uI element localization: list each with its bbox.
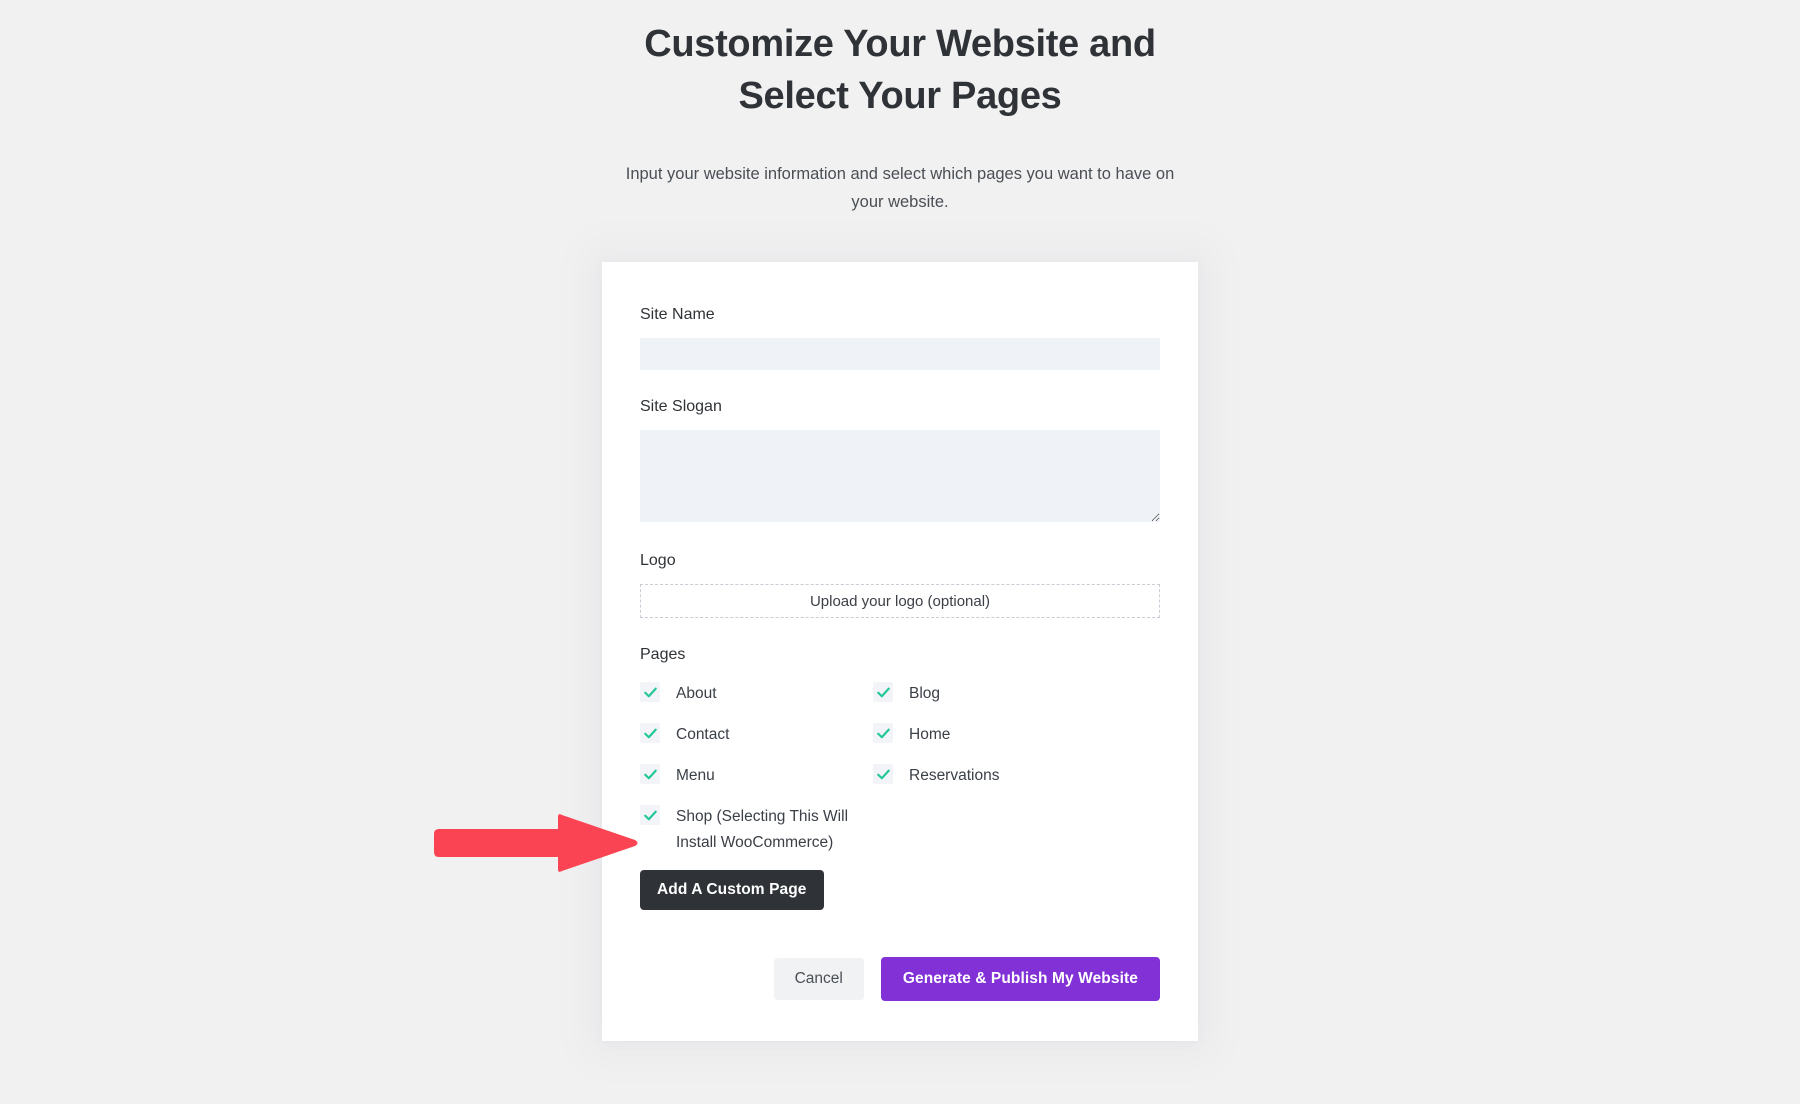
site-name-input[interactable] — [640, 338, 1160, 370]
checkmark-icon — [640, 764, 660, 784]
page-header: Customize Your Website and Select Your P… — [620, 0, 1180, 216]
checkmark-icon — [640, 682, 660, 702]
page-checkbox-reservations[interactable]: Reservations — [873, 760, 1160, 801]
checkmark-icon — [640, 805, 660, 825]
page-checkbox-contact[interactable]: Contact — [640, 719, 873, 760]
page-checkbox-blog[interactable]: Blog — [873, 678, 1160, 719]
site-slogan-field: Site Slogan — [640, 396, 1160, 522]
page-checkbox-menu[interactable]: Menu — [640, 760, 873, 801]
checkmark-icon — [873, 723, 893, 743]
logo-field: Logo Upload your logo (optional) — [640, 550, 1160, 618]
page-checkbox-label: Reservations — [909, 767, 1000, 784]
page-checkbox-label: Home — [909, 726, 951, 743]
checkmark-icon — [640, 723, 660, 743]
logo-label: Logo — [640, 552, 676, 569]
pages-label: Pages — [640, 646, 686, 663]
site-name-label: Site Name — [640, 306, 715, 323]
pages-field: Pages About Blog Contact Home Menu Reser… — [640, 644, 1160, 910]
checkmark-icon — [873, 764, 893, 784]
add-custom-page-button[interactable]: Add A Custom Page — [640, 870, 824, 910]
page-checkbox-label: Contact — [676, 726, 730, 743]
page-checkbox-label: Shop (Selecting This Will Install WooCom… — [676, 808, 849, 851]
logo-upload-dropzone[interactable]: Upload your logo (optional) — [640, 584, 1160, 618]
page-checkbox-about[interactable]: About — [640, 678, 873, 719]
logo-upload-label: Upload your logo (optional) — [809, 592, 991, 610]
grid-filler — [873, 801, 1160, 856]
pages-checkbox-grid: About Blog Contact Home Menu Reservation… — [640, 678, 1160, 856]
site-slogan-label: Site Slogan — [640, 398, 722, 415]
page-checkbox-label: Menu — [676, 767, 715, 784]
site-slogan-textarea[interactable] — [640, 430, 1160, 522]
customization-form-card-wrapper: Site Name Site Slogan Logo Upload your l… — [602, 262, 1198, 1041]
cancel-button[interactable]: Cancel — [773, 958, 864, 1000]
generate-publish-button[interactable]: Generate & Publish My Website — [880, 957, 1160, 1001]
page-subtitle: Input your website information and selec… — [625, 165, 1175, 211]
page-checkbox-shop[interactable]: Shop (Selecting This Will Install WooCom… — [640, 801, 873, 856]
checkmark-icon — [873, 682, 893, 702]
page-title: Customize Your Website and Select Your P… — [644, 23, 1156, 117]
page-checkbox-home[interactable]: Home — [873, 719, 1160, 760]
form-footer-actions: Cancel Generate & Publish My Website — [640, 957, 1160, 1001]
page-checkbox-label: Blog — [909, 685, 941, 702]
page-checkbox-label: About — [676, 685, 717, 702]
customization-form-card: Site Name Site Slogan Logo Upload your l… — [602, 262, 1198, 1041]
site-name-field: Site Name — [640, 304, 1160, 370]
